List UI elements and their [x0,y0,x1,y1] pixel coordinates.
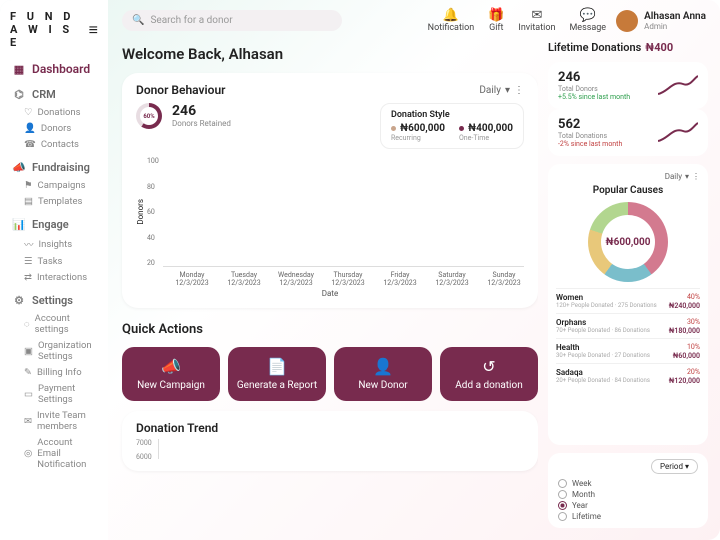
welcome-heading: Welcome Back, Alhasan [122,45,538,63]
donors-retained-count: 246 [172,103,231,119]
radio-icon [558,501,567,510]
period-option-year[interactable]: Year [558,500,698,511]
nav-crm-donations[interactable]: ♡Donations [24,106,98,119]
menu-toggle-icon[interactable]: ≡ [89,20,98,40]
message-icon: 💬 [580,8,596,23]
brand-logo: F U N D A W I S E [10,10,89,49]
stat-card: 562Total Donations-2% since last month [548,109,708,156]
causes-period-select[interactable]: Daily▾⋮ [556,172,700,181]
chart-icon: 📊 [12,217,26,231]
nav-fundraising[interactable]: 📣Fundraising [10,158,98,176]
lifetime-donations-title: Lifetime Donations ₦400 [548,41,708,54]
radio-icon [558,490,567,499]
period-option-month[interactable]: Month [558,489,698,500]
nav-engage-interactions[interactable]: ⇄Interactions [24,271,98,284]
list-icon: ☰ [24,256,33,267]
period-option-week[interactable]: Week [558,478,698,489]
quick-action-add-a-donation[interactable]: ↺Add a donation [440,347,538,401]
donation-trend-card: Donation Trend 70006000 [122,411,538,471]
donor-behavior-chart: Donors 10080604020 [136,157,524,267]
nav-settings-billing[interactable]: ✎Billing Info [24,366,98,379]
donor-behavior-title: Donor Behaviour [136,83,225,97]
nav-fundraising-campaigns[interactable]: ⚑Campaigns [24,179,98,192]
radio-icon [558,479,567,488]
trend-period-card: Period ▾ WeekMonthYearLifetime [548,453,708,528]
nav-engage[interactable]: 📊Engage [10,215,98,233]
donor-behavior-period-select[interactable]: Daily ▾ ⋮ [479,85,524,96]
popular-causes-card: Daily▾⋮ Popular Causes ₦600,000 40%Women… [548,164,708,445]
causes-donut-chart: ₦600,000 [588,202,668,282]
template-icon: ▤ [24,196,33,207]
gift-icon: 🎁 [488,8,504,23]
billing-icon: ✎ [24,367,32,378]
search-input[interactable]: 🔍 Search for a donor [122,10,342,31]
nav-fundraising-templates[interactable]: ▤Templates [24,195,98,208]
invite-icon: ✉ [24,416,32,427]
grid-icon: ▦ [12,62,26,76]
cause-item: 30%Orphans₦180,00070+ People Donated · 8… [556,313,700,338]
topnav-message[interactable]: 💬Message [569,8,606,33]
nav-settings[interactable]: ⚙Settings [10,291,98,309]
card-icon: ▭ [24,389,33,400]
invitation-icon: ✉ [531,8,542,23]
quick-action-generate-a-report[interactable]: 📄Generate a Report [228,347,326,401]
flag-icon: ⚑ [24,180,33,191]
megaphone-icon: 📣 [12,160,26,174]
topnav-invitation[interactable]: ✉Invitation [518,8,555,33]
nav-settings-account[interactable]: ◌Account settings [24,312,98,336]
topnav-gift[interactable]: 🎁Gift [488,8,504,33]
topnav-notification[interactable]: 🔔Notification [428,8,475,33]
person-icon: 👤 [24,123,36,134]
donor-behavior-card: Donor Behaviour Daily ▾ ⋮ 60% 246 Donors… [122,73,538,308]
period-dropdown[interactable]: Period ▾ [651,459,698,474]
user-name: Alhasan Anna [644,11,706,22]
nav-settings-invite[interactable]: ✉Invite Team members [24,409,98,433]
chevron-down-icon: ▾ [685,172,689,181]
nav-crm-donors[interactable]: 👤Donors [24,122,98,135]
nav-settings-email[interactable]: ◎Account Email Notification [24,436,98,471]
topbar: 🔍 Search for a donor 🔔Notification 🎁Gift ✉… [108,0,720,41]
quick-actions-title: Quick Actions [122,322,538,337]
quick-action-new-campaign[interactable]: 📣New Campaign [122,347,220,401]
period-option-lifetime[interactable]: Lifetime [558,511,698,522]
user-icon: ◌ [24,319,30,330]
avatar [616,10,638,32]
nav-engage-insights[interactable]: 〰Insights [24,236,98,252]
more-icon: ⋮ [514,85,524,96]
user-chip[interactable]: Alhasan Anna Admin [616,10,706,32]
chevron-down-icon: ▾ [505,85,510,96]
quick-action-new-donor[interactable]: 👤New Donor [334,347,432,401]
pulse-icon: 〰 [24,237,34,251]
mail-icon: ◎ [24,448,32,459]
more-icon: ⋮ [692,172,700,181]
sidebar: F U N D A W I S E ≡ ▦Dashboard ⌬CRM ♡Don… [0,0,108,540]
gear-icon: ⚙ [12,293,26,307]
nav-settings-payment[interactable]: ▭Payment Settings [24,382,98,406]
nav-engage-tasks[interactable]: ☰Tasks [24,255,98,268]
contacts-icon: ☎ [24,139,36,150]
donation-style-card: Donation Style ₦600,000Recurring ₦400,00… [380,103,524,149]
cause-item: 40%Women₦240,000120+ People Donated · 27… [556,288,700,313]
user-role: Admin [644,22,706,31]
radio-icon [558,512,567,521]
retention-gauge: 60% [136,103,162,129]
cause-item: 20%Sadaqa₦120,00020+ People Donated · 84… [556,363,700,388]
nav-crm[interactable]: ⌬CRM [10,85,98,103]
heart-icon: ♡ [24,107,33,118]
nav-dashboard[interactable]: ▦Dashboard [10,60,98,78]
nav-settings-org[interactable]: ▣Organization Settings [24,339,98,363]
stat-card: 246Total Donors+5.5% since last month [548,62,708,109]
swap-icon: ⇄ [24,272,32,283]
users-icon: ⌬ [12,87,26,101]
cause-item: 10%Health₦60,00030+ People Donated · 27 … [556,338,700,363]
org-icon: ▣ [24,346,33,357]
search-icon: 🔍 [132,15,144,26]
nav-crm-contacts[interactable]: ☎Contacts [24,138,98,151]
notification-icon: 🔔 [443,8,459,23]
